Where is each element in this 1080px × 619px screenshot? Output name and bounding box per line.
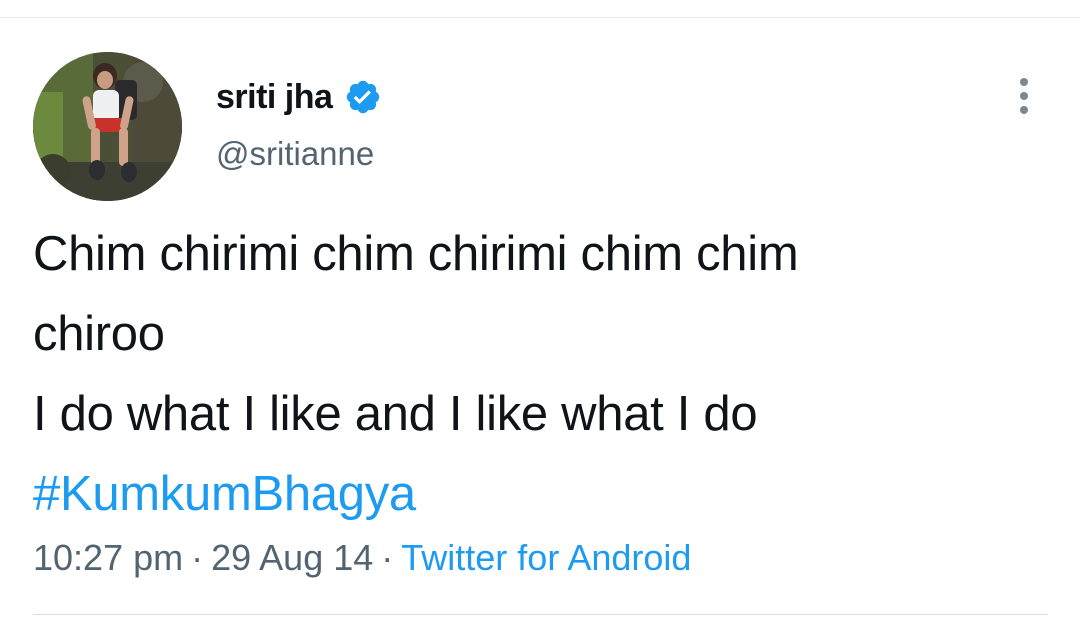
avatar[interactable] [33,52,182,201]
more-vertical-icon-dot [1020,92,1028,100]
tweet-text-line: chiroo [33,307,165,361]
tweet-text-line: I do what I like and I like what I do [33,387,758,441]
tweet-author[interactable]: sriti jha @sritianne [216,72,382,176]
more-options-button[interactable] [1004,76,1044,116]
bottom-divider [33,614,1048,615]
tweet-meta: 10:27 pm · 29 Aug 14 · Twitter for Android [33,533,691,583]
top-divider [0,17,1080,18]
tweet-text-line: Chim chirimi chim chirimi chim chim [33,227,799,281]
more-vertical-icon [1020,78,1028,86]
avatar-photo [33,52,182,201]
tweet-time[interactable]: 10:27 pm [33,537,183,578]
verified-badge-icon [344,78,382,116]
tweet-text: Chim chirimi chim chirimi chim chim chir… [33,214,1043,534]
meta-separator: · [191,537,204,578]
name-row: sriti jha [216,72,382,122]
more-vertical-icon-dot [1020,106,1028,114]
tweet-source-link[interactable]: Twitter for Android [401,537,691,578]
hashtag-link[interactable]: #KumkumBhagya [33,467,416,521]
user-handle[interactable]: @sritianne [216,132,382,176]
tweet-date[interactable]: 29 Aug 14 [211,537,373,578]
display-name[interactable]: sriti jha [216,72,333,122]
meta-separator: · [381,537,394,578]
